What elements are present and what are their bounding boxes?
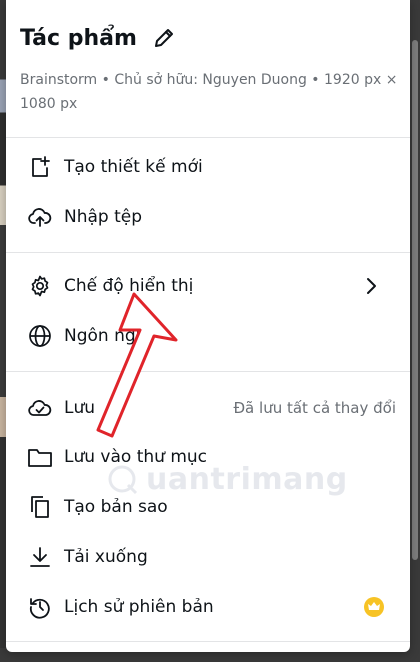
background-right-strip	[410, 0, 420, 662]
file-menu-panel: Tác phẩm Brainstorm • Chủ sở hữu: Nguyen…	[6, 0, 410, 652]
divider	[6, 641, 410, 642]
menu-item-import[interactable]: Nhập tệp	[6, 193, 410, 241]
menu-item-label: Lưu	[64, 398, 96, 418]
add-page-icon	[26, 153, 54, 181]
history-icon	[26, 593, 54, 621]
divider	[6, 137, 410, 138]
crown-icon	[364, 597, 384, 617]
menu-item-label: Ngôn ngữ	[64, 326, 147, 346]
menu-item-label: Tạo thiết kế mới	[64, 157, 203, 177]
menu-item-save[interactable]: Lưu Đã lưu tất cả thay đổi	[6, 384, 410, 432]
menu-item-make-copy[interactable]: Tạo bản sao	[6, 483, 410, 531]
menu-item-label: Tạo bản sao	[64, 497, 168, 517]
copy-icon	[26, 493, 54, 521]
save-status-text: Đã lưu tất cả thay đổi	[233, 399, 396, 417]
menu-item-label: Lưu vào thư mục	[64, 447, 208, 467]
menu-item-create-new[interactable]: Tạo thiết kế mới	[6, 143, 410, 191]
design-title[interactable]: Tác phẩm	[20, 26, 137, 51]
divider	[6, 371, 410, 372]
menu-item-save-to-folder[interactable]: Lưu vào thư mục	[6, 433, 410, 481]
download-icon	[26, 543, 54, 571]
menu-header: Tác phẩm Brainstorm • Chủ sở hữu: Nguyen…	[20, 18, 400, 116]
menu-item-download[interactable]: Tải xuống	[6, 533, 410, 581]
cloud-check-icon	[26, 394, 54, 422]
folder-icon	[26, 443, 54, 471]
menu-item-view-mode[interactable]: Chế độ hiển thị	[6, 262, 410, 310]
title-row: Tác phẩm	[20, 18, 400, 58]
menu-item-language[interactable]: Ngôn ngữ	[6, 312, 410, 360]
gear-icon	[26, 272, 54, 300]
menu-item-version-history[interactable]: Lịch sử phiên bản	[6, 583, 410, 631]
menu-item-label: Chế độ hiển thị	[64, 276, 194, 296]
scrollbar[interactable]	[412, 40, 418, 560]
globe-icon	[26, 322, 54, 350]
design-meta: Brainstorm • Chủ sở hữu: Nguyen Duong • …	[20, 72, 398, 112]
cloud-upload-icon	[26, 203, 54, 231]
pencil-icon[interactable]	[151, 25, 177, 51]
chevron-right-icon	[362, 277, 380, 295]
menu-item-label: Lịch sử phiên bản	[64, 597, 214, 617]
menu-item-label: Nhập tệp	[64, 207, 143, 227]
menu-item-label: Tải xuống	[64, 547, 148, 567]
divider	[6, 252, 410, 253]
